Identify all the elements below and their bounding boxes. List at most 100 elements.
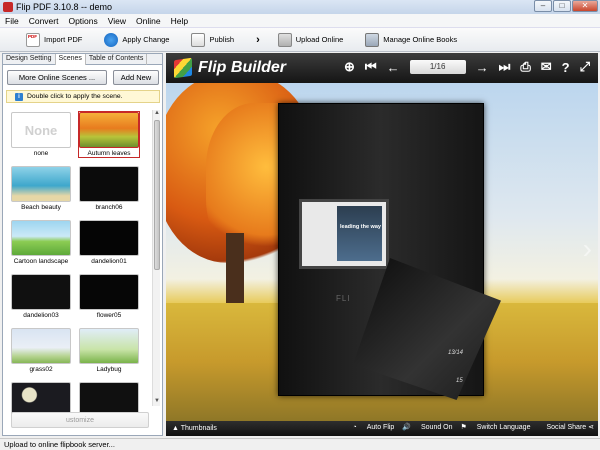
thumbnails-label: Thumbnails: [180, 425, 217, 432]
none-thumb-text: None: [24, 122, 58, 138]
scene-thumbnail: [11, 274, 71, 310]
upload-online-button[interactable]: Upload Online: [277, 32, 344, 47]
scene-label: Cartoon landscape: [13, 258, 69, 265]
page-curl-number: 13/14: [448, 350, 464, 356]
scene-label: Autumn leaves: [87, 150, 131, 157]
scene-background: leading the way FLI 13/14 15 ›: [166, 83, 598, 421]
menu-file[interactable]: File: [0, 16, 24, 26]
scene-hint-text: Double click to apply the scene.: [27, 93, 123, 100]
page-indicator[interactable]: 1/16: [409, 60, 466, 74]
title-bar: Flip PDF 3.10.8 -- demo – □ ✕: [0, 0, 600, 14]
upload-online-label: Upload Online: [295, 35, 344, 44]
publish-button[interactable]: Publish: [191, 32, 235, 47]
scene-item-dandelion03[interactable]: dandelion03: [11, 274, 71, 319]
scene-item-cartoon-landscape[interactable]: Cartoon landscape: [11, 220, 71, 265]
status-bar: Upload to online flipbook server...: [0, 438, 600, 450]
book-viewer: Flip Builder ⊕ ⏮ ← 1/16 → ⏭ ⎙ ✉ ? ⤢ lead…: [166, 53, 598, 436]
more-online-scenes-button[interactable]: More Online Scenes ...: [7, 70, 107, 85]
menu-bar: File Convert Options View Online Help: [0, 14, 600, 28]
menu-help[interactable]: Help: [166, 16, 193, 26]
scene-scrollbar[interactable]: ▲ ▼: [152, 110, 160, 406]
tab-table-of-contents[interactable]: Table of Contents: [86, 54, 148, 65]
close-icon[interactable]: ✕: [572, 0, 598, 12]
menu-options[interactable]: Options: [63, 16, 102, 26]
help-icon[interactable]: ?: [562, 60, 570, 75]
apply-change-button[interactable]: Apply Change: [104, 32, 169, 47]
scene-label: none: [33, 150, 49, 157]
menu-view[interactable]: View: [103, 16, 131, 26]
publish-label: Publish: [209, 35, 235, 44]
scene-thumbnail: None: [11, 112, 71, 148]
import-pdf-label: Import PDF: [44, 35, 83, 44]
apply-icon: [104, 32, 119, 47]
sound-label: Sound On: [421, 424, 453, 431]
scene-item-dandelion01[interactable]: dandelion01: [79, 220, 139, 265]
menu-convert[interactable]: Convert: [24, 16, 64, 26]
scene-thumbnail: [11, 166, 71, 202]
scene-thumbnail: [11, 328, 71, 364]
scene-item-autumn-leaves[interactable]: Autumn leaves: [78, 111, 140, 158]
scene-item-branch06[interactable]: branch06: [79, 166, 139, 211]
auto-flip-button[interactable]: ◔ Auto Flip: [353, 424, 395, 431]
minimize-icon[interactable]: –: [534, 0, 552, 12]
social-share-button[interactable]: Social Share ⋖: [538, 423, 594, 431]
scene-item-ladybug[interactable]: Ladybug: [79, 328, 139, 373]
auto-flip-label: Auto Flip: [366, 423, 395, 431]
maximize-icon[interactable]: □: [553, 0, 571, 12]
thumbnails-button[interactable]: ▲ Thumbnails: [172, 425, 217, 432]
publish-icon: [191, 32, 206, 47]
pdf-icon: [26, 32, 40, 47]
tree-trunk: [226, 233, 244, 303]
first-page-icon[interactable]: ⏮: [365, 59, 377, 75]
switch-language-button[interactable]: ⚑ Switch Language: [461, 423, 531, 431]
prev-page-icon[interactable]: ←: [387, 60, 400, 75]
scene-thumbnail: [11, 220, 71, 256]
tab-design-setting[interactable]: Design Setting: [3, 54, 56, 65]
scene-label: grass02: [29, 366, 53, 373]
viewer-toolbar: Flip Builder ⊕ ⏮ ← 1/16 → ⏭ ⎙ ✉ ? ⤢: [166, 53, 598, 83]
next-page-icon[interactable]: →: [476, 60, 489, 75]
import-pdf-button[interactable]: Import PDF: [26, 32, 83, 47]
scroll-down-icon[interactable]: ▼: [153, 398, 161, 406]
scene-item-beach-beauty[interactable]: Beach beauty: [11, 166, 71, 211]
book-screen: [337, 206, 382, 261]
scene-label: flower05: [96, 312, 122, 319]
toolbar: Import PDF Apply Change Publish › Upload…: [0, 28, 600, 52]
email-icon[interactable]: ✉: [541, 59, 552, 75]
sound-button[interactable]: 🔊 Sound On: [402, 423, 452, 431]
scene-thumbnail: [79, 112, 139, 148]
scroll-up-icon[interactable]: ▲: [153, 110, 161, 118]
last-page-icon[interactable]: ⏭: [499, 59, 511, 75]
scene-thumbnail: [79, 166, 139, 202]
next-page-arrow-icon[interactable]: ›: [583, 233, 592, 265]
print-icon[interactable]: ⎙: [520, 59, 530, 75]
scene-label: Ladybug: [96, 366, 122, 373]
customize-button[interactable]: ustomize: [11, 412, 149, 428]
add-new-button[interactable]: Add New: [113, 70, 159, 85]
viewer-brand: Flip Builder: [198, 59, 286, 76]
scene-label: Beach beauty: [21, 204, 61, 211]
app-icon: [3, 2, 13, 12]
left-panel: Design Setting Scenes Table of Contents …: [2, 53, 163, 436]
fullscreen-icon[interactable]: ⤢: [580, 59, 590, 75]
switch-language-label: Switch Language: [476, 424, 531, 431]
upload-icon: [277, 32, 292, 47]
scene-label: branch06: [95, 204, 123, 211]
scene-buttons: More Online Scenes ... Add New: [7, 70, 159, 85]
window-controls: – □ ✕: [533, 0, 598, 12]
scene-thumbnail: [79, 274, 139, 310]
book-monitor-graphic: leading the way: [299, 199, 389, 269]
scene-item-flower05[interactable]: flower05: [79, 274, 139, 319]
zoom-icon[interactable]: ⊕: [344, 59, 355, 75]
manage-online-books-button[interactable]: Manage Online Books: [365, 32, 457, 47]
tab-scenes[interactable]: Scenes: [55, 54, 86, 65]
scene-item-grass02[interactable]: grass02: [11, 328, 71, 373]
menu-online[interactable]: Online: [131, 16, 166, 26]
manage-books-icon: [365, 32, 380, 47]
viewer-bottom-controls: ◔ Auto Flip 🔊 Sound On ⚑ Switch Language…: [345, 423, 594, 432]
scene-item-none[interactable]: None none: [11, 112, 71, 157]
social-share-label: Social Share: [546, 424, 587, 431]
scrollbar-thumb[interactable]: [154, 120, 160, 270]
book-screen-text: leading the way: [340, 224, 381, 230]
scene-label: dandelion03: [23, 312, 59, 319]
